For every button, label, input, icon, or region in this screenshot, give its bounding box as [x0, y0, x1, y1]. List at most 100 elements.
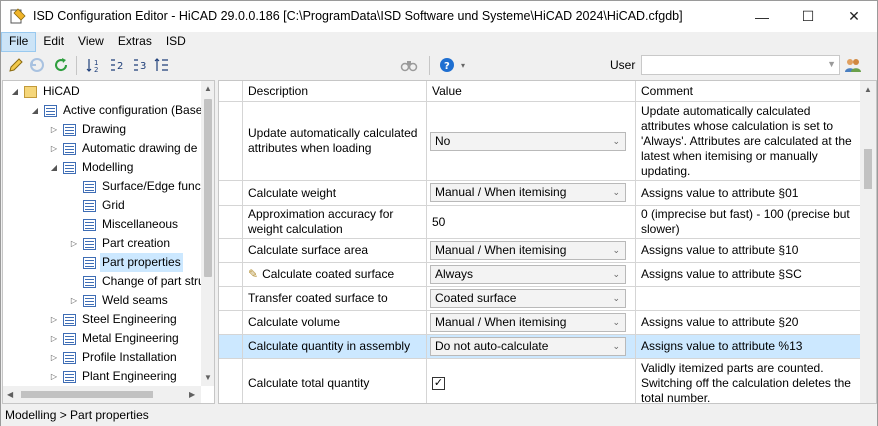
row-header[interactable] [219, 239, 243, 262]
scroll-up-arrow-icon[interactable]: ▲ [204, 84, 212, 93]
refresh-icon[interactable] [52, 56, 70, 74]
sort-list-3-icon[interactable]: 3 [132, 56, 150, 74]
expanded-arrow-icon[interactable]: ◢ [29, 101, 41, 120]
collapsed-arrow-icon[interactable]: ▷ [48, 310, 60, 329]
chevron-down-icon: ⌄ [612, 245, 620, 255]
menu-view[interactable]: View [71, 32, 111, 52]
maximize-button[interactable]: ☐ [785, 1, 831, 32]
undo-icon[interactable] [28, 56, 46, 74]
scroll-up-arrow-icon[interactable]: ▲ [864, 85, 872, 94]
scrollbar-thumb[interactable] [204, 99, 212, 277]
table-row[interactable]: Calculate volume Manual / When itemising… [219, 311, 860, 335]
row-header[interactable] [219, 102, 243, 180]
row-header[interactable] [219, 335, 243, 358]
table-row[interactable]: Approximation accuracy for weight calcul… [219, 206, 860, 239]
table-row[interactable]: Calculate total quantity ✓ Validly itemi… [219, 359, 860, 403]
row-header[interactable] [219, 287, 243, 310]
scroll-left-arrow-icon[interactable]: ◀ [7, 390, 13, 399]
help-icon[interactable]: ? [438, 56, 456, 74]
scroll-down-arrow-icon[interactable]: ▼ [204, 373, 212, 382]
edit-pencil-icon[interactable] [7, 56, 25, 74]
tree-node-hicad[interactable]: ◢ HiCAD [9, 82, 82, 101]
value-select[interactable]: Manual / When itemising ⌄ [430, 183, 626, 202]
tree-node-plant-engineering[interactable]: ▷ Plant Engineering [48, 367, 179, 386]
column-header-comment[interactable]: Comment [636, 81, 860, 102]
description-cell: Calculate quantity in assembly [243, 335, 427, 358]
collapsed-arrow-icon[interactable]: ▷ [48, 348, 60, 367]
collapsed-arrow-icon[interactable]: ▷ [48, 329, 60, 348]
tree-node-active-configuration[interactable]: ◢ Active configuration (Base [29, 101, 204, 120]
value-select[interactable]: Coated surface ⌄ [430, 289, 626, 308]
tree-node-metal-engineering[interactable]: ▷ Metal Engineering [48, 329, 181, 348]
tree-node-part-creation[interactable]: ▷ Part creation [68, 234, 172, 253]
comment-cell: 0 (imprecise but fast) - 100 (precise bu… [641, 207, 850, 236]
collapsed-arrow-icon[interactable]: ▷ [48, 139, 60, 158]
tree-node-steel-engineering[interactable]: ▷ Steel Engineering [48, 310, 179, 329]
user-select[interactable]: ▼ [641, 55, 840, 75]
tree-node-automatic-drawing[interactable]: ▷ Automatic drawing de [48, 139, 199, 158]
total-quantity-checkbox[interactable]: ✓ [432, 376, 445, 390]
value-select[interactable]: Manual / When itemising ⌄ [430, 313, 626, 332]
tree-node-grid[interactable]: Grid [68, 196, 127, 215]
grid-vertical-scrollbar[interactable]: ▲ [860, 81, 876, 403]
value-cell: Manual / When itemising ⌄ [427, 311, 636, 334]
value-select[interactable]: Always ⌄ [430, 265, 626, 284]
toolbar-overflow-icon[interactable]: ▾ [458, 56, 468, 74]
scrollbar-thumb[interactable] [21, 391, 153, 398]
tree-node-change-of-part-structure[interactable]: Change of part stru [68, 272, 207, 291]
row-header[interactable] [219, 263, 243, 286]
tree-node-miscellaneous[interactable]: Miscellaneous [68, 215, 180, 234]
tree-node-part-properties[interactable]: Part properties [68, 253, 183, 272]
comment-cell: Assigns value to attribute §SC [641, 267, 802, 281]
sort-list-2-icon[interactable]: 2 [109, 56, 127, 74]
close-button[interactable]: ✕ [831, 1, 877, 32]
table-row[interactable]: Update automatically calculated attribut… [219, 102, 860, 181]
tree-node-label: Steel Engineering [82, 312, 177, 326]
scrollbar-thumb[interactable] [864, 149, 872, 189]
table-row[interactable]: Calculate weight Manual / When itemising… [219, 181, 860, 206]
menu-edit[interactable]: Edit [36, 32, 71, 52]
table-row-selected[interactable]: Calculate quantity in assembly Do not au… [219, 335, 860, 359]
value-text-input[interactable]: 50 [427, 206, 636, 238]
expanded-arrow-icon[interactable]: ◢ [48, 158, 60, 177]
row-header[interactable] [219, 206, 243, 238]
select-value: Always [435, 267, 474, 281]
menu-extras[interactable]: Extras [111, 32, 159, 52]
collapsed-arrow-icon[interactable]: ▷ [48, 120, 60, 139]
column-header-description[interactable]: Description [243, 81, 427, 102]
value-select[interactable]: Do not auto-calculate ⌄ [430, 337, 626, 356]
collapsed-arrow-icon[interactable]: ▷ [68, 291, 80, 310]
value-select[interactable]: Manual / When itemising ⌄ [430, 241, 626, 260]
description-text: Calculate coated surface [262, 267, 395, 281]
sort-list-4-icon[interactable] [154, 56, 172, 74]
table-icon [63, 351, 76, 364]
tree-vertical-scrollbar[interactable]: ▲ ▼ [201, 81, 214, 386]
tree-horizontal-scrollbar[interactable]: ◀ ▶ [3, 386, 201, 403]
menu-isd[interactable]: ISD [159, 32, 193, 52]
tree-node-profile-installation[interactable]: ▷ Profile Installation [48, 348, 179, 367]
scroll-right-arrow-icon[interactable]: ▶ [189, 390, 195, 399]
collapsed-arrow-icon[interactable]: ▷ [68, 234, 80, 253]
table-row[interactable]: ✎ Calculate coated surface Always ⌄ Assi… [219, 263, 860, 287]
table-row[interactable]: Calculate surface area Manual / When ite… [219, 239, 860, 263]
minimize-button[interactable]: — [739, 1, 785, 32]
row-header[interactable] [219, 359, 243, 403]
tree-node-surface-edge[interactable]: Surface/Edge functi [68, 177, 209, 196]
column-header-value[interactable]: Value [427, 81, 636, 102]
sort-list-1-icon[interactable]: 12 [86, 56, 104, 74]
collapsed-arrow-icon[interactable]: ▷ [48, 367, 60, 386]
tree-node-drawing[interactable]: ▷ Drawing [48, 120, 128, 139]
tree-node-modelling[interactable]: ◢ Modelling [48, 158, 135, 177]
menu-file[interactable]: File [1, 32, 37, 52]
users-icon[interactable] [844, 56, 862, 74]
table-row[interactable]: Transfer coated surface to Coated surfac… [219, 287, 860, 311]
row-header[interactable] [219, 311, 243, 334]
tree-node-weld-seams[interactable]: ▷ Weld seams [68, 291, 170, 310]
row-header[interactable] [219, 181, 243, 205]
expanded-arrow-icon[interactable]: ◢ [9, 82, 21, 101]
comment-cell: Assigns value to attribute §01 [641, 185, 799, 200]
grid-header: Description Value Comment [219, 81, 860, 102]
binoculars-icon[interactable] [400, 56, 418, 74]
value-select[interactable]: No ⌄ [430, 132, 626, 151]
title-bar: ISD Configuration Editor - HiCAD 29.0.0.… [1, 1, 877, 32]
